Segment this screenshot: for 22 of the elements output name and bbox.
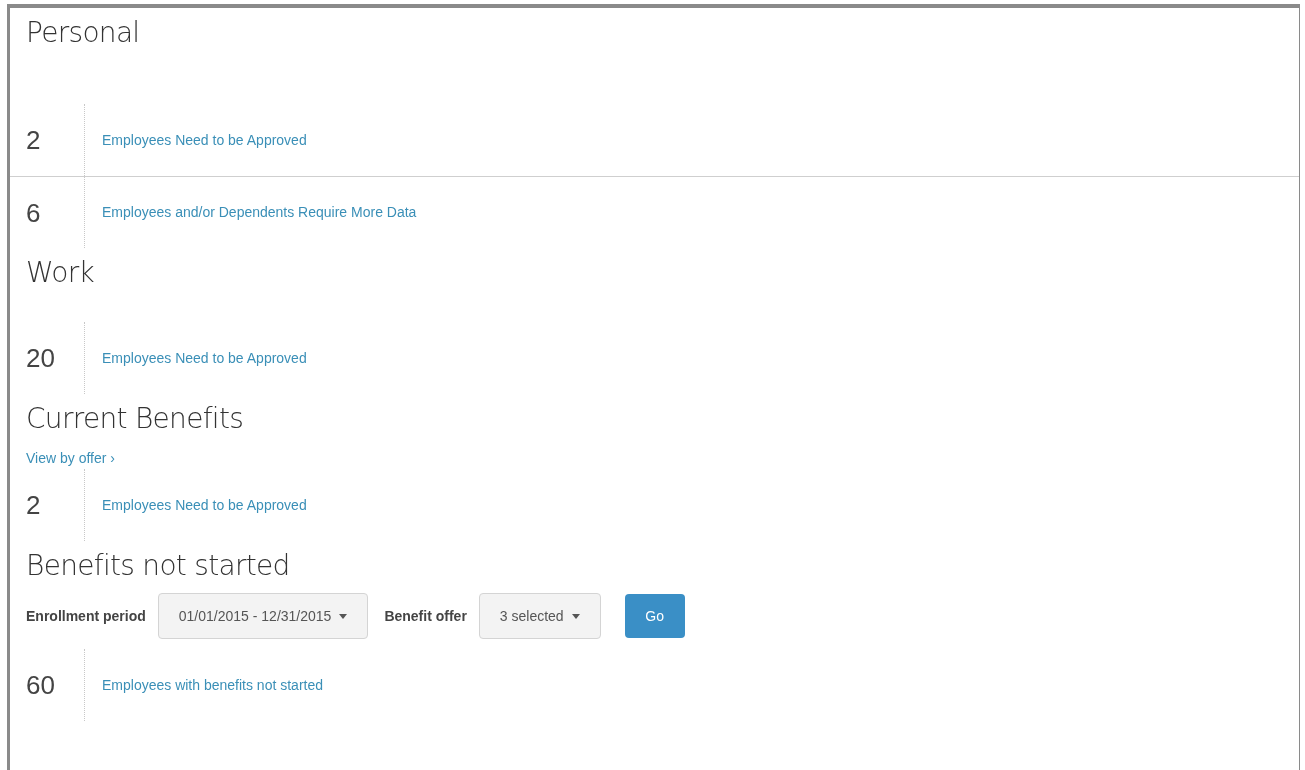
section-heading: Work <box>26 255 96 291</box>
count: 2 <box>26 492 42 518</box>
section-heading: Current Benefits <box>26 401 245 437</box>
count: 2 <box>26 127 42 153</box>
section-heading: Benefits not started <box>26 548 291 584</box>
caret-icon <box>339 613 348 619</box>
dropdown[interactable]: 3 selected <box>478 593 601 639</box>
count: 60 <box>26 672 56 698</box>
filter-label: Enrollment period <box>26 606 146 626</box>
section-heading: Personal <box>26 15 141 51</box>
dropdown[interactable]: 01/01/2015 - 12/31/2015 <box>157 593 369 639</box>
employees-link[interactable]: Employees Need to be Approved <box>102 129 307 151</box>
employees-link[interactable]: Employees and/or Dependents Require More Data <box>102 202 417 223</box>
view-by-offer-link[interactable]: View by offer › <box>26 448 115 469</box>
filter-label: Benefit offer <box>384 606 467 626</box>
go-button[interactable]: Go <box>624 594 685 638</box>
employees-link[interactable]: Employees with benefits not started <box>102 674 323 696</box>
count: 20 <box>26 345 56 371</box>
employees-link[interactable]: Employees Need to be Approved <box>102 347 307 369</box>
employees-link[interactable]: Employees Need to be Approved <box>102 494 307 516</box>
count: 6 <box>26 199 42 226</box>
caret-icon <box>571 613 580 619</box>
